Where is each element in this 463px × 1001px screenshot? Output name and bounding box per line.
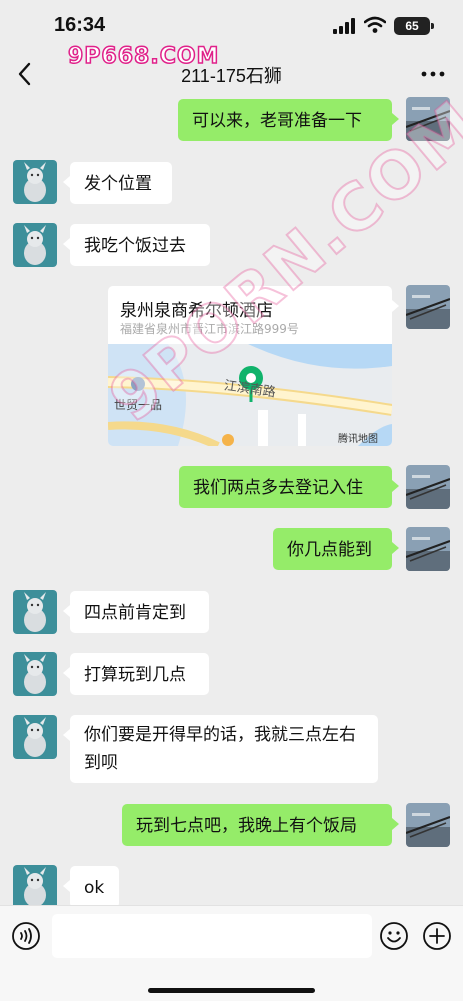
my-avatar[interactable] xyxy=(406,527,450,571)
message-bubble[interactable]: ok xyxy=(70,866,119,908)
bubble-tail xyxy=(63,880,70,892)
header-watermark: 9P668.COM xyxy=(67,43,220,70)
my-avatar[interactable] xyxy=(406,803,450,847)
contact-avatar[interactable] xyxy=(13,715,57,759)
voice-icon[interactable] xyxy=(11,921,41,951)
battery-indicator: 65 xyxy=(394,17,430,35)
wifi-icon xyxy=(364,16,386,33)
contact-avatar[interactable] xyxy=(13,223,57,267)
bubble-tail xyxy=(63,176,70,188)
bubble-tail xyxy=(392,818,399,830)
my-avatar[interactable] xyxy=(406,285,450,329)
emoji-icon[interactable] xyxy=(379,921,409,951)
message-input[interactable] xyxy=(52,914,372,958)
bubble-tail xyxy=(63,729,70,741)
bubble-tail xyxy=(392,480,399,492)
more-dots-icon[interactable] xyxy=(420,66,446,82)
message-bubble[interactable]: 我们两点多去登记入住 xyxy=(179,466,392,508)
input-bar xyxy=(0,905,463,1001)
cellular-signal-icon xyxy=(333,18,355,34)
bubble-tail xyxy=(392,113,399,125)
plus-icon[interactable] xyxy=(422,921,452,951)
message-bubble[interactable]: 你几点能到 xyxy=(273,528,392,570)
message-bubble[interactable]: 你们要是开得早的话，我就三点左右到呗 xyxy=(70,715,378,783)
battery-tip xyxy=(431,23,434,29)
contact-avatar[interactable] xyxy=(13,652,57,696)
bubble-tail xyxy=(392,300,399,312)
status-bar: 16:34 65 xyxy=(0,0,463,50)
message-bubble[interactable]: 我吃个饭过去 xyxy=(70,224,210,266)
message-bubble[interactable]: 玩到七点吧，我晚上有个饭局 xyxy=(122,804,392,846)
contact-avatar[interactable] xyxy=(13,590,57,634)
bubble-tail xyxy=(63,238,70,250)
bubble-tail xyxy=(392,542,399,554)
map-brand-label: 腾讯地图 xyxy=(338,434,378,445)
home-indicator xyxy=(148,988,315,993)
contact-avatar[interactable] xyxy=(13,160,57,204)
bubble-tail xyxy=(63,605,70,617)
message-bubble[interactable]: 打算玩到几点 xyxy=(70,653,209,695)
bubble-tail xyxy=(63,667,70,679)
message-bubble[interactable]: 发个位置 xyxy=(70,162,172,204)
status-time: 16:34 xyxy=(54,14,106,36)
message-bubble[interactable]: 四点前肯定到 xyxy=(70,591,209,633)
contact-avatar[interactable] xyxy=(13,865,57,909)
message-bubble[interactable]: 可以来，老哥准备一下 xyxy=(178,99,392,141)
my-avatar[interactable] xyxy=(406,465,450,509)
